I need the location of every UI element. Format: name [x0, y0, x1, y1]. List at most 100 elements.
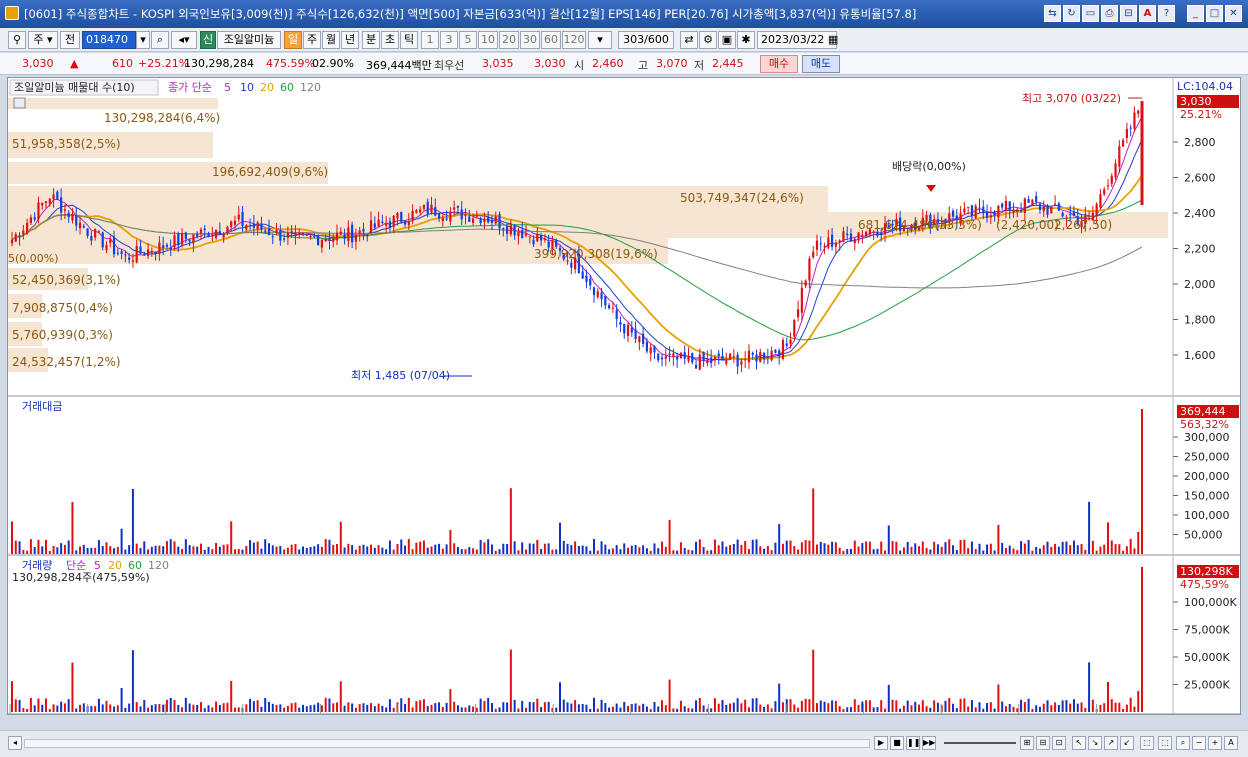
amount-bar: [914, 543, 917, 554]
amount-bar: [71, 502, 74, 554]
period-second-button[interactable]: 초: [381, 31, 399, 49]
amount-bar: [18, 541, 21, 554]
font-icon[interactable]: A: [1139, 5, 1156, 22]
print-icon[interactable]: ⎙: [1101, 5, 1118, 22]
zoom-slider[interactable]: [944, 742, 1016, 744]
sell-button[interactable]: 매도: [802, 55, 840, 73]
zoom-out-icon[interactable]: −: [1192, 736, 1206, 750]
amount-bar: [294, 544, 297, 554]
interval-60[interactable]: 60: [541, 31, 561, 49]
save-icon[interactable]: ▣: [718, 31, 736, 49]
interval-30[interactable]: 30: [520, 31, 540, 49]
tool-icon-1[interactable]: ⊞: [1020, 736, 1034, 750]
amount-bar: [267, 543, 270, 554]
date-field[interactable]: 2023/03/22 ▦: [757, 31, 838, 49]
amount-bar: [222, 544, 225, 554]
period-month-button[interactable]: 월: [322, 31, 340, 49]
interval-20[interactable]: 20: [499, 31, 519, 49]
font-size-icon[interactable]: A: [1224, 736, 1238, 750]
amount-bar: [184, 539, 187, 554]
link-icon[interactable]: ⇆: [1044, 5, 1061, 22]
buy-button[interactable]: 매수: [760, 55, 798, 73]
vol-ma120-label[interactable]: 120: [148, 559, 169, 572]
draw-icon-5[interactable]: ⬚: [1140, 736, 1154, 750]
tool-icon-3[interactable]: ⊡: [1052, 736, 1066, 750]
volume-value: 130,298,284: [184, 57, 254, 70]
draw-icon-3[interactable]: ↗: [1104, 736, 1118, 750]
volume-bar: [411, 707, 414, 712]
volume-profile-band: [8, 98, 218, 109]
ma20-label[interactable]: 20: [260, 81, 274, 94]
interval-5[interactable]: 5: [459, 31, 477, 49]
candle-body: [400, 211, 403, 222]
close-button[interactable]: ✕: [1225, 5, 1242, 22]
chart-area[interactable]: 2,800 2,600 2,400 2,200 2,000 1,800 1,600 300,0…: [7, 77, 1241, 729]
amount-bar: [196, 546, 199, 554]
sound-icon[interactable]: ◂▾: [171, 31, 197, 49]
horizontal-scrollbar[interactable]: [24, 739, 870, 748]
amount-bar: [880, 541, 883, 554]
volume-bar: [131, 650, 134, 712]
amount-bar: [642, 545, 645, 554]
interval-10[interactable]: 10: [478, 31, 498, 49]
minimize-tray-icon[interactable]: ⊟: [1120, 5, 1137, 22]
interval-dropdown[interactable]: ▾: [588, 31, 612, 49]
refresh-icon[interactable]: ↻: [1063, 5, 1080, 22]
amount-bar: [358, 545, 361, 554]
search-icon[interactable]: ⌕: [151, 31, 169, 49]
code-dropdown-icon[interactable]: ▾: [136, 31, 150, 49]
volume-bar: [105, 700, 108, 712]
window-icon[interactable]: ▭: [1082, 5, 1099, 22]
amount-bar: [1103, 544, 1106, 554]
amount-bar: [513, 541, 516, 554]
pin-icon[interactable]: ⚲: [8, 31, 26, 49]
candle-body: [415, 210, 418, 213]
amount-pane-title[interactable]: 거래대금: [22, 400, 62, 413]
stop-icon[interactable]: ■: [890, 736, 904, 750]
period-week-button[interactable]: 주: [303, 31, 321, 49]
zoom-in-icon[interactable]: +: [1208, 736, 1222, 750]
scroll-left-icon[interactable]: ◂: [8, 736, 22, 750]
candle-body: [487, 217, 490, 223]
period-day-button[interactable]: 일: [284, 31, 302, 49]
maximize-button[interactable]: □: [1206, 5, 1223, 22]
ma5-label[interactable]: 5: [224, 81, 231, 94]
interval-1[interactable]: 1: [421, 31, 439, 49]
settings-icon[interactable]: ✱: [737, 31, 755, 49]
count-field[interactable]: 303/600: [618, 31, 674, 49]
pause-icon[interactable]: ❚❚: [906, 736, 920, 750]
grid-toggle-icon[interactable]: [13, 97, 26, 109]
fast-forward-icon[interactable]: ▶▶: [922, 736, 936, 750]
zoom-icon[interactable]: ⌕: [1176, 736, 1190, 750]
ma120-label[interactable]: 120: [300, 81, 321, 94]
amount-bar: [332, 544, 335, 554]
price-legend-ma-label[interactable]: 종가 단순: [168, 81, 212, 94]
amount-bar: [302, 546, 305, 554]
ma10-label[interactable]: 10: [240, 81, 254, 94]
play-icon[interactable]: ▶: [874, 736, 888, 750]
candle-body: [1012, 209, 1015, 213]
ma60-label[interactable]: 60: [280, 81, 294, 94]
amount-bar: [857, 546, 860, 554]
price-legend-name[interactable]: 조일알미늄 매물대 수(10): [14, 80, 135, 94]
interval-120[interactable]: 120: [562, 31, 586, 49]
period-minute-button[interactable]: 분: [362, 31, 380, 49]
period-year-button[interactable]: 년: [341, 31, 359, 49]
prev-button[interactable]: 전: [60, 31, 80, 49]
tool-icon-2[interactable]: ⊟: [1036, 736, 1050, 750]
period-tick-button[interactable]: 틱: [400, 31, 418, 49]
draw-icon-1[interactable]: ↖: [1072, 736, 1086, 750]
amount-bar: [823, 543, 826, 554]
period-select[interactable]: 주 ▾: [28, 31, 58, 49]
help-icon[interactable]: ?: [1158, 5, 1175, 22]
minimize-button[interactable]: _: [1187, 5, 1204, 22]
stock-chart-svg[interactable]: 2,800 2,600 2,400 2,200 2,000 1,800 1,600 300,0…: [8, 78, 1240, 729]
draw-icon-2[interactable]: ↘: [1088, 736, 1102, 750]
interval-3[interactable]: 3: [440, 31, 458, 49]
candle-body: [358, 230, 361, 234]
stock-code-input[interactable]: 018470: [82, 31, 136, 49]
indicator-icon[interactable]: ⚙: [699, 31, 717, 49]
draw-icon-6[interactable]: ⬚: [1158, 736, 1172, 750]
draw-icon-4[interactable]: ↙: [1120, 736, 1134, 750]
swap-icon[interactable]: ⇄: [680, 31, 698, 49]
